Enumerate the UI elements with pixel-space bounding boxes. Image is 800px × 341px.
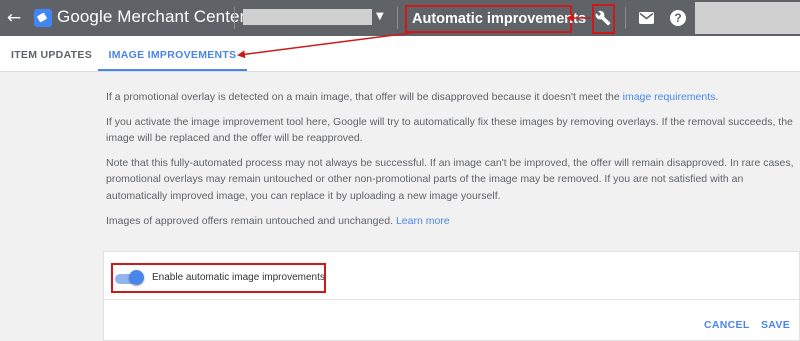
help-icon[interactable]: ? [670, 10, 686, 26]
paragraph-activation: If you activate the image improvement to… [106, 115, 793, 145]
paragraph-overlay-detection: If a promotional overlay is detected on … [106, 91, 719, 103]
account-profile[interactable] [695, 2, 800, 34]
tab-item-updates[interactable]: ITEM UPDATES [11, 36, 92, 71]
cancel-button[interactable]: CANCEL [704, 319, 750, 331]
page-title: Automatic improvements [405, 5, 586, 33]
wrench-icon[interactable] [592, 4, 615, 34]
app-name: Google Merchant Center [57, 7, 246, 26]
arrow-back-icon[interactable]: ← [3, 7, 25, 29]
learn-more-link[interactable]: Learn more [396, 215, 450, 227]
description: If a promotional overlay is detected on … [106, 89, 796, 237]
settings-card: Enable automatic image improvements CANC… [103, 251, 800, 341]
tab-image-improvements[interactable]: IMAGE IMPROVEMENTS [98, 36, 247, 71]
paragraph-approved-offers: Images of approved offers remain untouch… [106, 214, 450, 227]
divider [104, 299, 799, 300]
merchant-center-logo-icon [34, 9, 52, 27]
toggle-label: Enable automatic image improvements [152, 272, 325, 283]
image-requirements-link[interactable]: image requirements [623, 91, 716, 103]
account-selector[interactable] [243, 9, 372, 25]
tab-bar: ITEM UPDATES IMAGE IMPROVEMENTS [0, 36, 800, 72]
paragraph-disclaimer: Note that this fully-automated process m… [106, 156, 794, 202]
save-button[interactable]: SAVE [761, 319, 790, 331]
chevron-down-icon[interactable]: ▼ [376, 11, 384, 22]
divider [625, 7, 626, 29]
mail-icon[interactable] [639, 11, 654, 29]
divider [234, 7, 235, 29]
toggle-thumb[interactable] [129, 270, 144, 285]
divider [397, 7, 398, 29]
top-app-bar: ← Google Merchant Center ▼ Automatic imp… [0, 0, 800, 36]
